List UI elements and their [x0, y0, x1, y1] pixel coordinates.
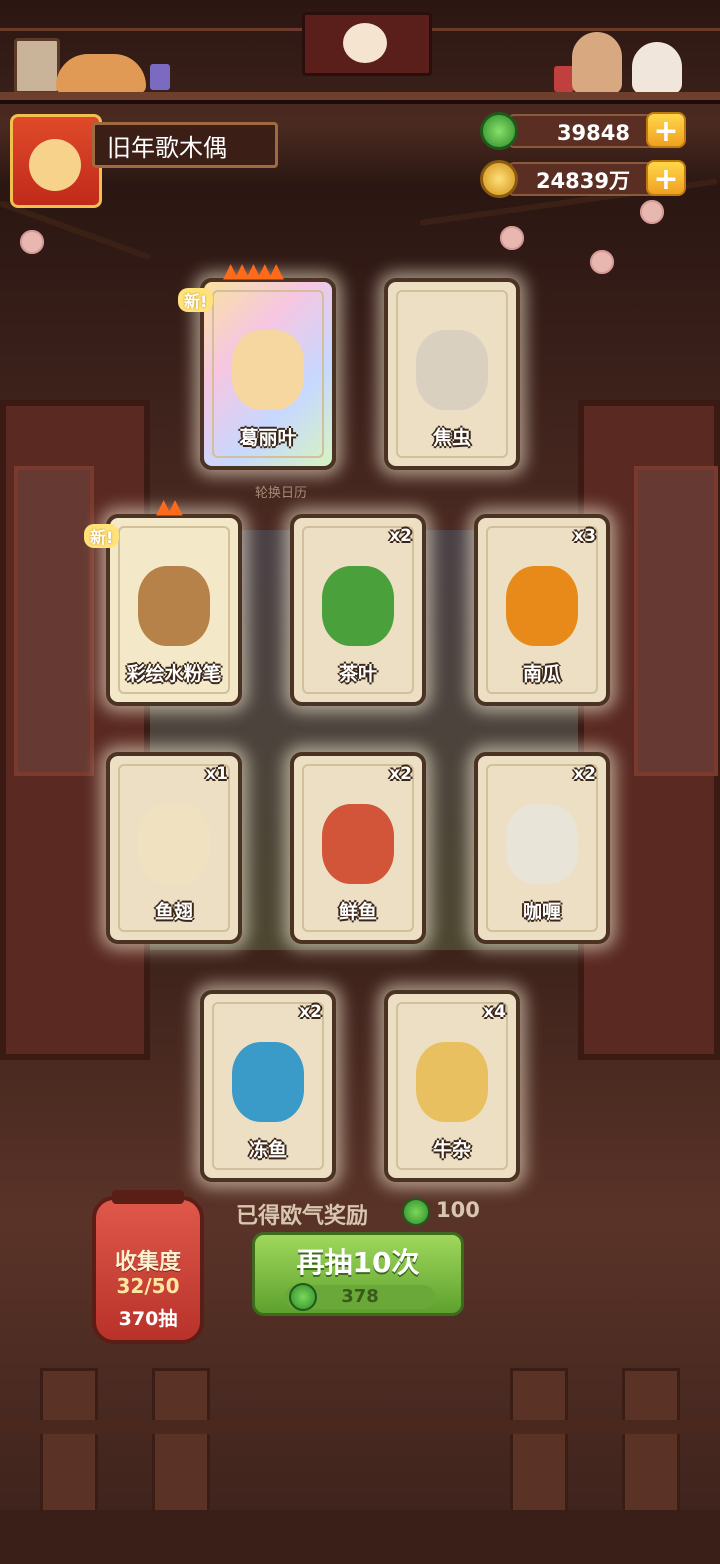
item-art-icon — [322, 804, 394, 884]
collection-title: 收集度 — [114, 1250, 181, 1275]
right-door — [578, 400, 720, 1060]
item-art-icon — [232, 1042, 304, 1122]
item-card[interactable]: 鱼翅 x1 — [106, 752, 242, 944]
picture-frame-icon — [14, 38, 60, 94]
card-name: 葛丽叶 — [239, 427, 297, 449]
card-name: 鱼翅 — [154, 901, 193, 923]
door-lattice — [14, 466, 94, 776]
item-card[interactable]: 南瓜 x3 — [474, 514, 610, 706]
card-name: 鲜鱼 — [338, 901, 377, 923]
floor — [0, 1510, 720, 1564]
rarity-flames-icon: ▲▲ — [156, 494, 183, 518]
card-name: 焦虫 — [432, 427, 471, 449]
collection-lantern[interactable]: 收集度 32/50 370抽 — [92, 1190, 204, 1344]
item-art-icon — [322, 566, 394, 646]
card-name: 咖喱 — [522, 901, 561, 923]
item-art-icon — [232, 330, 304, 410]
draw-cost-value: 378 — [341, 1286, 379, 1307]
draw-again-label: 再抽10次 — [296, 1246, 420, 1279]
fence-rail — [0, 1420, 720, 1434]
sleeping-cat-icon — [56, 54, 146, 94]
item-card[interactable]: 鲜鱼 x2 — [290, 752, 426, 944]
npc-girl-icon — [572, 32, 622, 94]
blossom-icon — [590, 250, 614, 274]
item-art-icon — [506, 566, 578, 646]
player-name[interactable]: 旧年歌木偶 — [92, 122, 278, 168]
add-coin-button[interactable]: + — [646, 160, 686, 197]
item-card[interactable]: 冻鱼 x2 — [200, 990, 336, 1182]
reward-value: 100 — [436, 1198, 480, 1222]
card-count: x3 — [573, 526, 596, 546]
branch — [0, 200, 152, 261]
card-name: 牛杂 — [432, 1139, 471, 1161]
item-card[interactable]: 咖喱 x2 — [474, 752, 610, 944]
shelf-board — [0, 92, 720, 100]
item-art-icon — [506, 804, 578, 884]
card-count: x2 — [299, 1002, 322, 1022]
item-card[interactable]: 彩绘水粉笔 — [106, 514, 242, 706]
scroll-portrait-icon — [343, 23, 387, 63]
add-jade-button[interactable]: + — [646, 112, 686, 149]
card-name: 茶叶 — [338, 663, 377, 685]
item-art-icon — [138, 566, 210, 646]
blossom-icon — [500, 226, 524, 250]
gold-coin-icon — [480, 160, 518, 198]
rarity-flames-icon: ▲▲▲▲▲ — [223, 258, 284, 282]
door-lattice — [634, 466, 718, 776]
green-jade-icon — [480, 112, 518, 150]
lantern-cap — [112, 1190, 184, 1204]
card-count: x4 — [483, 1002, 506, 1022]
card-count: x2 — [389, 764, 412, 784]
card-count: x2 — [389, 526, 412, 546]
item-art-icon — [416, 330, 488, 410]
card-name: 彩绘水粉笔 — [126, 663, 222, 685]
item-card[interactable]: 茶叶 x2 — [290, 514, 426, 706]
new-badge: 新! — [178, 288, 214, 312]
collection-progress: 32/50 — [116, 1274, 180, 1298]
card-count: x1 — [205, 764, 228, 784]
avatar-face-icon — [29, 139, 81, 191]
item-art-icon — [416, 1042, 488, 1122]
card-count: x2 — [573, 764, 596, 784]
reward-label: 已得欧气奖励 — [236, 1204, 369, 1229]
draw-again-button[interactable]: 再抽10次 378 — [252, 1232, 464, 1316]
item-card[interactable]: 焦虫 — [384, 278, 520, 470]
panel-caption: 轮换日历 — [254, 486, 307, 501]
jar-icon — [150, 64, 170, 90]
item-art-icon — [138, 804, 210, 884]
green-jade-icon — [289, 1283, 317, 1311]
green-jade-icon — [402, 1198, 430, 1226]
blossom-icon — [20, 230, 44, 254]
new-badge: 新! — [84, 524, 120, 548]
item-card[interactable]: 葛丽叶 — [200, 278, 336, 470]
jar-icon — [554, 66, 574, 92]
left-door — [0, 400, 150, 1060]
item-card[interactable]: 牛杂 x4 — [384, 990, 520, 1182]
card-name: 南瓜 — [522, 663, 561, 685]
card-name: 冻鱼 — [248, 1139, 287, 1161]
blossom-icon — [640, 200, 664, 224]
hanging-scroll — [302, 12, 432, 76]
player-avatar[interactable] — [10, 114, 102, 208]
collection-draws: 370抽 — [118, 1308, 178, 1330]
npc-cat-icon — [632, 42, 682, 94]
